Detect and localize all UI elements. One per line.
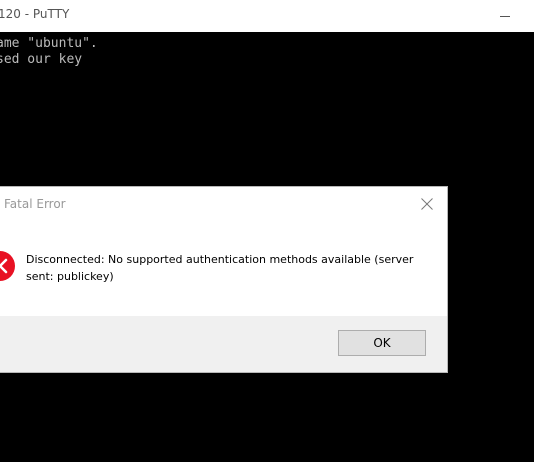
dialog-button-bar: OK	[0, 316, 447, 372]
minimize-button[interactable]	[488, 0, 534, 32]
terminal-line: ame "ubuntu".	[0, 36, 98, 51]
window-title: 120 - PuTTY	[0, 7, 70, 21]
putty-window: 120 - PuTTY ame "ubuntu". sed our key Fa…	[0, 0, 534, 462]
dialog-close-button[interactable]	[412, 192, 442, 216]
error-message: Disconnected: No supported authenticatio…	[26, 253, 414, 283]
terminal-line: sed our key	[0, 52, 83, 67]
close-icon	[421, 198, 433, 210]
dialog-title: Fatal Error	[4, 197, 66, 211]
fatal-error-dialog: Fatal Error Disconnected: No supported a…	[0, 187, 447, 372]
minimize-icon	[500, 16, 510, 17]
ok-button[interactable]: OK	[338, 330, 426, 356]
title-bar[interactable]: 120 - PuTTY	[0, 0, 534, 32]
error-icon	[0, 251, 15, 281]
